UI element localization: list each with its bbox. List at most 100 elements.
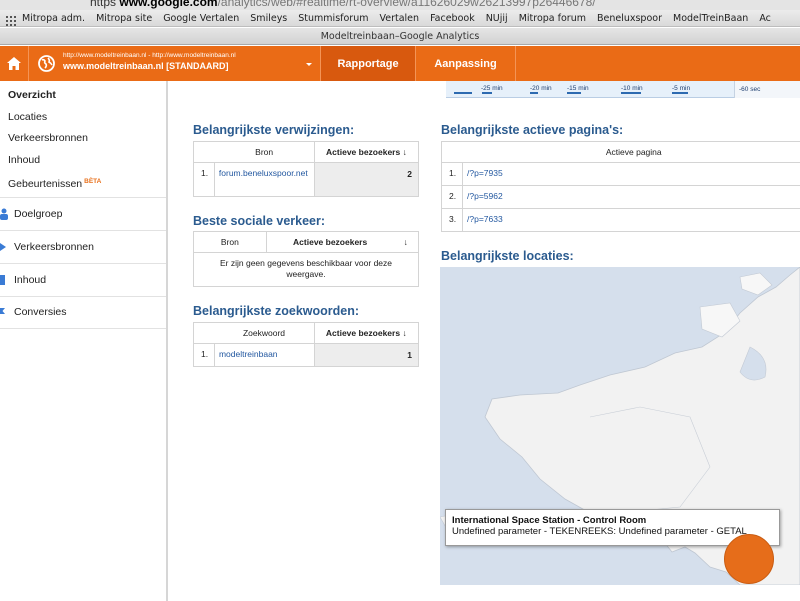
location-marker[interactable] — [724, 534, 774, 584]
page-link[interactable]: /?p=7633 — [467, 214, 503, 224]
sidebar-item-verkeersbronnen[interactable]: Verkeersbronnen — [0, 128, 166, 150]
chevron-down-icon — [306, 63, 312, 66]
column-header-source[interactable]: Bron — [214, 141, 315, 163]
column-header-label: Actieve bezoekers — [326, 147, 401, 157]
sort-arrow-icon: ↓ — [402, 328, 407, 338]
column-header-source[interactable]: Bron — [193, 231, 267, 253]
referrals-title: Belangrijkste verwijzingen: — [193, 123, 355, 137]
row-number: 1. — [193, 343, 215, 367]
empty-message: Er zijn geen gegevens beschikbaar voor d… — [193, 252, 419, 287]
sidebar-item-conversies[interactable]: Conversies — [0, 295, 166, 329]
page-cell: /?p=7935 — [462, 162, 800, 186]
sort-arrow-cell[interactable]: ↓ — [393, 231, 419, 253]
home-button[interactable] — [0, 46, 28, 81]
bookmark-link[interactable]: Vertalen — [379, 13, 419, 24]
timeline-bar — [482, 92, 492, 94]
sidebar-item-label: Verkeersbronnen — [14, 240, 94, 253]
location-tooltip: International Space Station - Control Ro… — [445, 509, 780, 546]
timeline-bar — [454, 92, 472, 94]
account-name: www.modeltreinbaan.nl [STANDAARD] — [63, 61, 229, 71]
sidebar-item-label: Doelgroep — [14, 207, 63, 220]
column-header-keyword[interactable]: Zoekwoord — [214, 322, 315, 344]
bookmark-link[interactable]: NUjij — [486, 13, 508, 24]
locations-title: Belangrijkste locaties: — [441, 249, 574, 263]
timeline-bar — [621, 92, 641, 94]
tab-rapportage[interactable]: Rapportage — [320, 46, 416, 81]
row-number: 1. — [441, 162, 463, 186]
flag-icon — [0, 308, 5, 314]
column-header-active[interactable]: Actieve bezoekers — [265, 231, 394, 253]
address-bar[interactable]: https www.google.com/analytics/web/#real… — [90, 0, 596, 9]
source-link[interactable]: forum.beneluxspoor.net — [219, 168, 308, 178]
referrals-table: Bron Actieve bezoekers ↓ 1. forum.benelu… — [193, 141, 420, 197]
content-icon — [0, 274, 5, 285]
row-number: 1. — [193, 162, 215, 197]
sidebar-item-gebeurtenissen[interactable]: Gebeurtenissen BÈTA — [0, 171, 166, 193]
column-header-active[interactable]: Actieve bezoekers ↓ — [313, 141, 420, 163]
sidebar-item-verkeersbronnen-main[interactable]: Verkeersbronnen — [0, 229, 166, 263]
bookmark-link[interactable]: Google Vertalen — [163, 13, 239, 24]
bookmark-link[interactable]: Ac — [759, 13, 771, 24]
table-header-blank — [441, 141, 463, 163]
browser-url-bar[interactable]: https www.google.com/analytics/web/#real… — [0, 0, 800, 10]
social-title: Beste sociale verkeer: — [193, 214, 326, 228]
keyword-link[interactable]: modeltreinbaan — [219, 349, 278, 359]
timeline-bar — [530, 92, 538, 94]
table-row: 1. modeltreinbaan 1 — [193, 343, 420, 367]
sort-arrow-icon: ↓ — [403, 237, 408, 247]
table-row: 2. /?p=5962 — [441, 185, 800, 209]
tooltip-title: International Space Station - Control Ro… — [452, 515, 647, 526]
column-header-page[interactable]: Actieve pagina — [462, 141, 800, 163]
traffic-icon — [0, 242, 6, 251]
table-row: 1. forum.beneluxspoor.net 2 — [193, 162, 420, 197]
column-header-label: Actieve bezoekers — [325, 328, 401, 338]
timeline-label: -5 min — [672, 85, 691, 92]
bookmark-link[interactable]: Mitropa forum — [519, 13, 586, 24]
timeline-label: -20 min — [530, 85, 552, 92]
url-path: /analytics/web/#realtime/rt-overview/a11… — [217, 0, 596, 9]
pages-table: Actieve pagina 1. /?p=7935 2. /?p=5962 3… — [441, 141, 800, 232]
timeline-bar — [672, 92, 688, 94]
url-host: www.google.com — [119, 0, 218, 9]
sidebar-item-label: Conversies — [14, 306, 67, 318]
sidebar-item-doelgroep[interactable]: Doelgroep — [0, 196, 166, 230]
sidebar-item-label: Gebeurtenissen — [8, 178, 83, 190]
pages-title: Belangrijkste actieve pagina's: — [441, 123, 624, 137]
timeline-bar — [567, 92, 581, 94]
bookmark-link[interactable]: Beneluxspoor — [597, 13, 662, 24]
beta-badge: BÈTA — [84, 178, 102, 185]
sidebar-item-inhoud-main[interactable]: Inhoud — [0, 262, 166, 296]
bookmark-link[interactable]: Mitropa adm. — [22, 13, 85, 24]
tab-aanpassing[interactable]: Aanpassing — [416, 46, 516, 81]
bookmark-link[interactable]: Facebook — [430, 13, 475, 24]
social-table: Bron Actieve bezoekers ↓ Er zijn geen ge… — [193, 231, 419, 287]
sidebar-item-overzicht[interactable]: Overzicht — [0, 85, 166, 107]
sidebar-item-label: Inhoud — [14, 273, 47, 286]
account-selector[interactable]: http://www.modeltreinbaan.nl - http://ww… — [28, 46, 320, 81]
page-link[interactable]: /?p=7935 — [467, 168, 503, 178]
bookmark-link[interactable]: Smileys — [250, 13, 287, 24]
page-cell: /?p=7633 — [462, 208, 800, 232]
timeline-label: -10 min — [621, 85, 643, 92]
bookmark-link[interactable]: ModelTreinBaan — [673, 13, 748, 24]
value-cell: 1 — [313, 343, 420, 367]
page-link[interactable]: /?p=5962 — [467, 191, 503, 201]
bookmark-link[interactable]: Mitropa site — [96, 13, 152, 24]
ga-header: http://www.modeltreinbaan.nl - http://ww… — [0, 46, 800, 81]
keywords-title: Belangrijkste zoekwoorden: — [193, 304, 360, 318]
column-header-active[interactable]: Actieve bezoekers ↓ — [313, 322, 420, 344]
bookmark-link[interactable]: Stummisforum — [298, 13, 368, 24]
people-icon — [0, 208, 8, 220]
bookmarks-grid-icon[interactable] — [6, 13, 16, 26]
value-cell: 2 — [313, 162, 420, 197]
table-row: 1. /?p=7935 — [441, 162, 800, 186]
window-title: Modeltreinbaan–Google Analytics — [0, 28, 800, 45]
table-header-blank — [193, 322, 215, 344]
sort-arrow-icon: ↓ — [402, 147, 407, 157]
keyword-cell: modeltreinbaan — [213, 343, 315, 367]
timeline-label: -25 min — [481, 85, 503, 92]
sidebar: Overzicht Locaties Verkeersbronnen Inhou… — [0, 81, 168, 601]
sidebar-item-inhoud[interactable]: Inhoud — [0, 150, 166, 172]
sidebar-item-locaties[interactable]: Locaties — [0, 107, 166, 129]
timeline-label: -15 min — [567, 85, 589, 92]
